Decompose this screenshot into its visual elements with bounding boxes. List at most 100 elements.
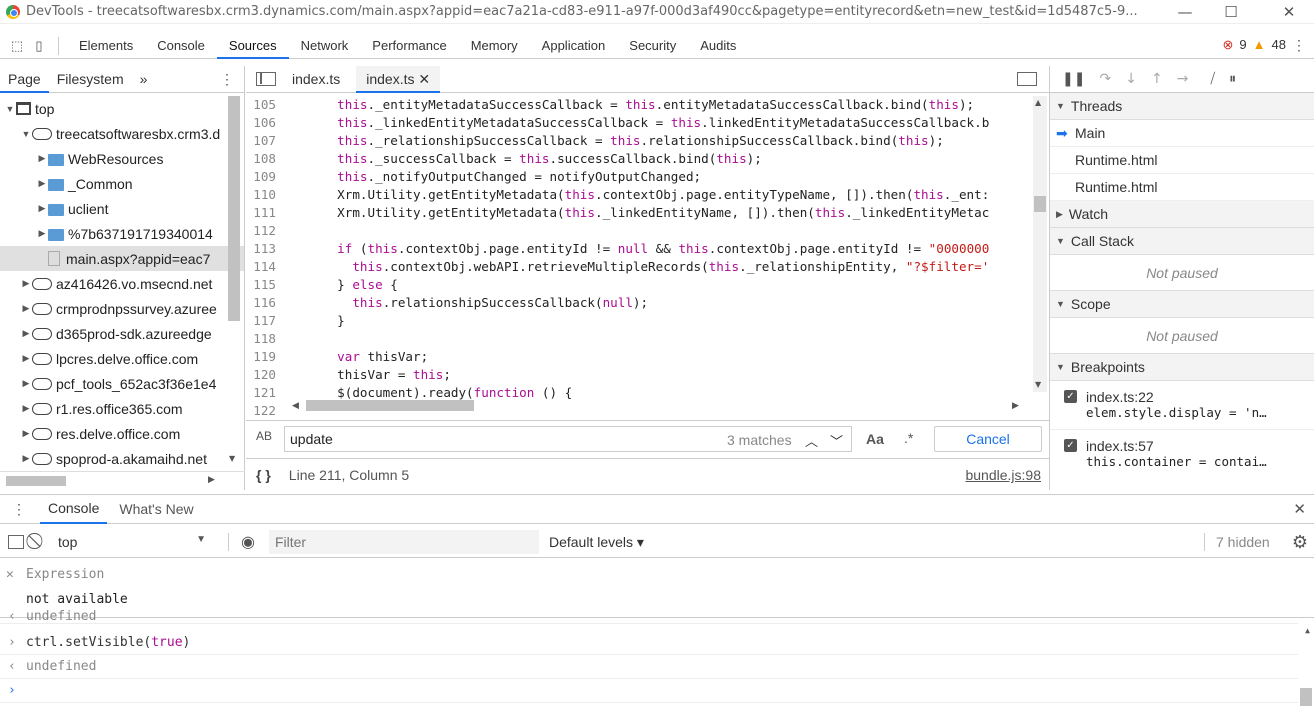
checkbox-checked-icon[interactable]: ✓ [1064,439,1077,452]
regex-button[interactable]: .* [904,430,913,446]
previous-match-icon[interactable]: ︿ [805,431,818,450]
more-tabs-icon[interactable]: » [132,66,156,93]
line-number[interactable]: 106 [246,114,284,132]
thread-item[interactable]: Runtime.html [1050,174,1314,201]
scroll-left-icon[interactable]: ◀ [292,401,299,411]
expand-arrow-icon[interactable]: ▶ [36,153,48,164]
code-line[interactable]: 110 Xrm.Utility.getEntityMetadata(this.c… [246,186,1036,204]
tab-application[interactable]: Application [530,33,618,59]
code-vscrollbar[interactable]: ▲ ▼ [1033,96,1047,392]
code-line[interactable]: 118 [246,330,1036,348]
code-line[interactable]: 115 } else { [246,276,1036,294]
tab-whats-new[interactable]: What's New [107,501,205,517]
code-line[interactable]: 117 } [246,312,1036,330]
line-number[interactable]: 113 [246,240,284,258]
more-menu-icon[interactable]: ⋮ [1292,37,1306,54]
line-number[interactable]: 114 [246,258,284,276]
tab-elements[interactable]: Elements [67,33,145,59]
code-line[interactable]: 119 var thisVar; [246,348,1036,366]
navigator-scrollbar[interactable]: ▼ [227,96,241,466]
issue-counts[interactable]: ⊗ 9 ▲ 48 [1223,37,1286,53]
pause-icon[interactable]: ❚❚ [1062,71,1085,87]
tree-item[interactable]: ▶ spoprod-a.akamaihd.net [0,446,244,471]
tab-sources[interactable]: Sources [216,33,289,59]
tree-item[interactable]: ▶ pcf_tools_652ac3f36e1e4 [0,371,244,396]
tree-item[interactable]: ▶ _Common [0,171,244,196]
expand-arrow-icon[interactable]: ▶ [20,378,32,389]
step-into-icon[interactable]: ↓ [1125,71,1137,87]
show-sidebar-icon[interactable] [8,535,24,549]
tree-item[interactable]: ▼ treecatsoftwaresbx.crm3.d [0,121,244,146]
expand-arrow-icon[interactable]: ▶ [36,203,48,214]
log-levels-dropdown[interactable]: Default levels ▾ [549,534,644,551]
context-selector[interactable]: top ▼ [58,534,218,550]
tree-item[interactable]: ▶ az416426.vo.msecnd.net [0,271,244,296]
editor-tab-active[interactable]: index.ts ✕ [356,65,441,93]
breakpoints-header[interactable]: ▼ Breakpoints [1050,354,1314,381]
line-number[interactable]: 119 [246,348,284,366]
collapse-arrow-icon[interactable]: ▼ [4,104,16,114]
code-line[interactable]: 120 thisVar = this; [246,366,1036,384]
next-match-icon[interactable]: ﹀ [830,431,843,450]
tree-item[interactable]: ▶ WebResources [0,146,244,171]
callstack-header[interactable]: ▼ Call Stack [1050,228,1314,255]
match-case-button[interactable]: Aa [866,431,884,447]
tab-console[interactable]: Console [145,33,217,59]
line-number[interactable]: 108 [246,150,284,168]
line-number[interactable]: 107 [246,132,284,150]
scroll-up-icon[interactable]: ▲ [1305,626,1310,635]
navigator-hscrollbar[interactable]: ▶ [0,471,245,489]
replace-toggle-icon[interactable]: AB [256,429,272,443]
scroll-right-icon[interactable]: ▶ [208,475,215,485]
editor-tab[interactable]: index.ts [282,66,350,93]
deactivate-breakpoints-icon[interactable]: ⧸ [1210,71,1215,87]
code-line[interactable]: 112 [246,222,1036,240]
line-number[interactable]: 105 [246,96,284,114]
tab-network[interactable]: Network [289,33,361,59]
tree-item[interactable]: ▶ d365prod-sdk.azureedge [0,321,244,346]
console-prompt[interactable]: › [0,679,1298,703]
cancel-search-button[interactable]: Cancel [934,426,1042,452]
pretty-print-icon[interactable]: { } [256,467,271,483]
expand-arrow-icon[interactable]: ▶ [20,403,32,414]
tree-item[interactable]: ▶ lpcres.delve.office.com [0,346,244,371]
code-line[interactable]: 106 this._linkedEntityMetadataSuccessCal… [246,114,1036,132]
code-line[interactable]: 114 this.contextObj.webAPI.retrieveMulti… [246,258,1036,276]
code-line[interactable]: 116 this.relationshipSuccessCallback(nul… [246,294,1036,312]
tree-item[interactable]: ▼ top [0,96,244,121]
line-number[interactable]: 116 [246,294,284,312]
expand-arrow-icon[interactable]: ▶ [20,278,32,289]
scope-header[interactable]: ▼ Scope [1050,291,1314,318]
line-number[interactable]: 115 [246,276,284,294]
maximize-button[interactable]: ☐ [1208,0,1254,24]
toggle-navigator-icon[interactable] [256,72,276,86]
thread-item[interactable]: Runtime.html [1050,147,1314,174]
tab-performance[interactable]: Performance [360,33,458,59]
checkbox-checked-icon[interactable]: ✓ [1064,390,1077,403]
expand-arrow-icon[interactable]: ▶ [20,453,32,464]
line-number[interactable]: 118 [246,330,284,348]
console-scroll-thumb[interactable] [1300,688,1312,706]
source-map-link[interactable]: bundle.js:98 [965,467,1041,483]
tree-item[interactable]: ▶ uclient [0,196,244,221]
line-number[interactable]: 110 [246,186,284,204]
expand-arrow-icon[interactable]: ▶ [20,428,32,439]
scroll-thumb[interactable] [1034,196,1046,212]
close-window-button[interactable]: ✕ [1266,0,1312,24]
code-line[interactable]: 105 this._entityMetadataSuccessCallback … [246,96,1036,114]
collapse-arrow-icon[interactable]: ▼ [20,129,32,139]
pause-on-exceptions-icon[interactable]: ⏸ [1229,71,1236,87]
scroll-right-icon[interactable]: ▶ [1012,401,1019,411]
code-line[interactable]: 107 this._relationshipSuccessCallback = … [246,132,1036,150]
expression-label[interactable]: Expression [26,567,104,582]
close-drawer-icon[interactable]: ✕ [1293,500,1306,518]
breakpoint-item[interactable]: ✓ index.ts:57 this.container = contai… [1050,430,1314,471]
filter-input[interactable] [268,530,539,554]
scroll-thumb[interactable] [228,96,240,321]
scroll-down-icon[interactable]: ▼ [1035,380,1041,389]
tree-item[interactable]: ▶ r1.res.office365.com [0,396,244,421]
navigator-menu-icon[interactable]: ⋮ [220,71,234,88]
code-line[interactable]: 109 this._notifyOutputChanged = notifyOu… [246,168,1036,186]
code-line[interactable]: 108 this._successCallback = this.success… [246,150,1036,168]
inspect-element-icon[interactable]: ⬚ [6,36,28,56]
